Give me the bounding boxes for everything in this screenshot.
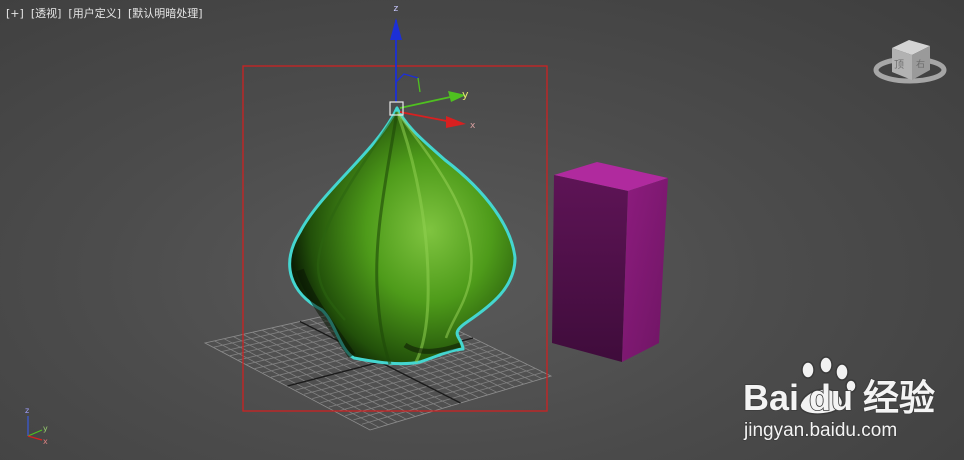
transform-gizmo[interactable]: z y x	[389, 4, 476, 131]
viewcube[interactable]: 顶 右	[873, 40, 947, 84]
gizmo-y-axis[interactable]: y	[399, 88, 469, 109]
world-axes-tripod: z y x	[25, 406, 48, 446]
watermark-brand: Bai du 经验	[743, 377, 935, 418]
gizmo-y-label: y	[462, 88, 469, 101]
viewcube-face-top[interactable]: 顶	[894, 59, 904, 71]
tripod-z-label: z	[25, 406, 29, 415]
tripod-y-label: y	[43, 424, 48, 433]
gizmo-z-label: z	[394, 4, 399, 14]
perspective-viewport[interactable]: [+] [透视] [用户定义] [默认明暗处理] z y x 顶 右 z y x…	[0, 0, 964, 460]
scene-canvas: z y x 顶 右 z y x Bai du 经验 jingyan.baidu.…	[25, 4, 947, 446]
gizmo-plane-handles[interactable]	[395, 73, 421, 93]
gizmo-z-axis[interactable]: z	[390, 4, 402, 102]
viewcube-face-right[interactable]: 右	[916, 58, 925, 70]
green-object[interactable]	[288, 106, 517, 366]
gizmo-x-label: x	[470, 121, 476, 131]
tripod-x-label: x	[43, 437, 48, 446]
baidu-watermark: Bai du 经验 jingyan.baidu.com	[742, 356, 936, 442]
watermark-url: jingyan.baidu.com	[743, 420, 897, 441]
magenta-box[interactable]	[552, 162, 668, 362]
